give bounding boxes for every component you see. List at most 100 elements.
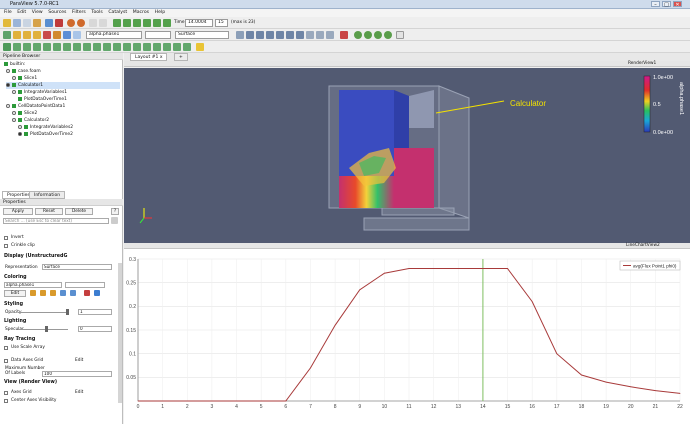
menu-filters[interactable]: Filters (72, 10, 86, 15)
clip-filter-icon[interactable] (23, 43, 31, 51)
plot-over-line-icon[interactable] (113, 43, 121, 51)
ruler-icon[interactable] (196, 43, 204, 51)
properties-scrollbar[interactable] (118, 263, 122, 403)
pipeline-item-integrate1[interactable]: IntegrateVariables1 (12, 89, 67, 96)
delete-button[interactable]: Delete (65, 208, 93, 215)
extract-level-icon[interactable] (103, 43, 111, 51)
apply-button[interactable]: Apply (3, 208, 33, 215)
colorbar-toggle-icon[interactable] (60, 290, 66, 296)
menu-catalyst[interactable]: Catalyst (108, 10, 127, 15)
glyph-filter-icon[interactable] (63, 43, 71, 51)
rotate-neg-90-icon[interactable] (326, 31, 334, 39)
render-view[interactable]: Calculator 1.0e+00 0.5 0.0e+00 alpha.pha… (124, 68, 690, 243)
tab-information[interactable]: Information (29, 191, 66, 199)
menu-view[interactable]: View (32, 10, 43, 15)
max-labels-input[interactable]: 100 (42, 371, 112, 377)
coloring-array-select[interactable]: alpha.phase1 (4, 282, 62, 288)
reset-button[interactable]: Reset (35, 208, 63, 215)
representation-select[interactable]: Surface (175, 31, 229, 39)
integrate-variables-icon[interactable] (163, 43, 171, 51)
isometric-view-icon[interactable] (306, 31, 314, 39)
previous-frame-icon[interactable] (123, 19, 131, 27)
server-disconnect-icon[interactable] (55, 19, 63, 27)
pipeline-item-plotdata2[interactable]: PlotDataOverTime2 (18, 131, 73, 138)
plot-over-time-icon[interactable] (153, 43, 161, 51)
maximize-view-icon[interactable] (374, 31, 382, 39)
restore-view-icon[interactable] (384, 31, 392, 39)
link-camera-icon[interactable] (396, 31, 404, 39)
visibility-eye-icon[interactable] (12, 117, 16, 122)
play-icon[interactable] (133, 19, 141, 27)
rescale-temporal-icon[interactable] (50, 290, 56, 296)
probe-filter-icon[interactable] (133, 43, 141, 51)
menu-help[interactable]: Help (155, 10, 165, 15)
visibility-eye-icon[interactable] (12, 75, 16, 80)
view-plus-x-icon[interactable] (246, 31, 254, 39)
pipeline-item-celltopoint[interactable]: CellDatatoPointData1 (6, 103, 65, 110)
axes-grid-checkbox[interactable] (4, 391, 8, 395)
opacity-slider-handle[interactable] (66, 309, 69, 315)
menu-sources[interactable]: Sources (48, 10, 66, 15)
solid-color-icon[interactable] (3, 31, 11, 39)
data-axes-grid-checkbox[interactable] (4, 359, 8, 363)
extract-subset-icon[interactable] (53, 43, 61, 51)
rescale-range-icon[interactable] (30, 290, 36, 296)
center-axes-checkbox[interactable] (4, 399, 8, 403)
server-connect-icon[interactable] (45, 19, 53, 27)
menu-file[interactable]: File (4, 10, 12, 15)
calculator-filter-icon[interactable] (3, 43, 11, 51)
pipeline-item-builtin[interactable]: builtin: (4, 61, 25, 68)
visibility-eye-icon[interactable] (12, 110, 16, 115)
close-tab-icon[interactable]: x (160, 55, 163, 60)
split-horizontal-icon[interactable] (354, 31, 362, 39)
cell-to-point-icon[interactable] (173, 43, 181, 51)
menu-macros[interactable]: Macros (133, 10, 149, 15)
edit-colormap-button[interactable]: Edit (4, 290, 26, 297)
component-select[interactable] (145, 31, 171, 39)
rotate-90-icon[interactable] (316, 31, 324, 39)
visibility-eye-icon[interactable] (18, 124, 22, 129)
rescale-custom-icon[interactable] (23, 31, 31, 39)
warp-vector-icon[interactable] (83, 43, 91, 51)
stream-tracer-icon[interactable] (73, 43, 81, 51)
use-scale-array-checkbox[interactable] (4, 346, 8, 350)
properties-search-input[interactable]: Search ... (use Esc to clear text) (3, 218, 109, 224)
contour-filter-icon[interactable] (13, 43, 21, 51)
visibility-eye-icon[interactable] (6, 82, 10, 87)
close-button[interactable]: ✕ (673, 1, 682, 8)
save-preset-icon[interactable] (94, 290, 100, 296)
slice-filter-icon[interactable] (33, 43, 41, 51)
view-minus-y-icon[interactable] (276, 31, 284, 39)
threshold-filter-icon[interactable] (43, 43, 51, 51)
pipeline-item-calculator1[interactable]: Calculator1 (6, 82, 120, 89)
open-icon[interactable] (3, 19, 11, 27)
view-minus-x-icon[interactable] (256, 31, 264, 39)
view-minus-z-icon[interactable] (296, 31, 304, 39)
split-vertical-icon[interactable] (364, 31, 372, 39)
save-icon[interactable] (13, 19, 21, 27)
color-map-editor-icon[interactable] (43, 31, 51, 39)
reset-camera-icon[interactable] (236, 31, 244, 39)
pipeline-item-case-foam[interactable]: case.foam (6, 68, 41, 75)
help-button[interactable]: ? (111, 208, 119, 215)
visibility-eye-icon[interactable] (18, 131, 22, 136)
tab-layout-1[interactable]: Layout #1 x (130, 53, 168, 61)
opacity-slider-track[interactable] (18, 312, 68, 313)
specular-slider-track[interactable] (18, 329, 68, 330)
menu-edit[interactable]: Edit (17, 10, 26, 15)
undo-icon[interactable] (67, 19, 75, 27)
crinkle-clip-checkbox[interactable] (4, 244, 8, 248)
pipeline-item-calculator2[interactable]: Calculator2 (12, 117, 49, 124)
camera-redo-icon[interactable] (99, 19, 107, 27)
coloring-component-select[interactable] (65, 282, 105, 288)
loop-icon[interactable] (163, 19, 171, 27)
gradient-icon[interactable] (73, 31, 81, 39)
view-plus-y-icon[interactable] (266, 31, 274, 39)
menu-tools[interactable]: Tools (91, 10, 102, 15)
pipeline-item-integrate2[interactable]: IntegrateVariables2 (18, 124, 73, 131)
save-state-icon[interactable] (23, 19, 31, 27)
redo-icon[interactable] (77, 19, 85, 27)
next-frame-icon[interactable] (143, 19, 151, 27)
visibility-eye-icon[interactable] (6, 68, 10, 73)
color-legend-icon[interactable] (53, 31, 61, 39)
